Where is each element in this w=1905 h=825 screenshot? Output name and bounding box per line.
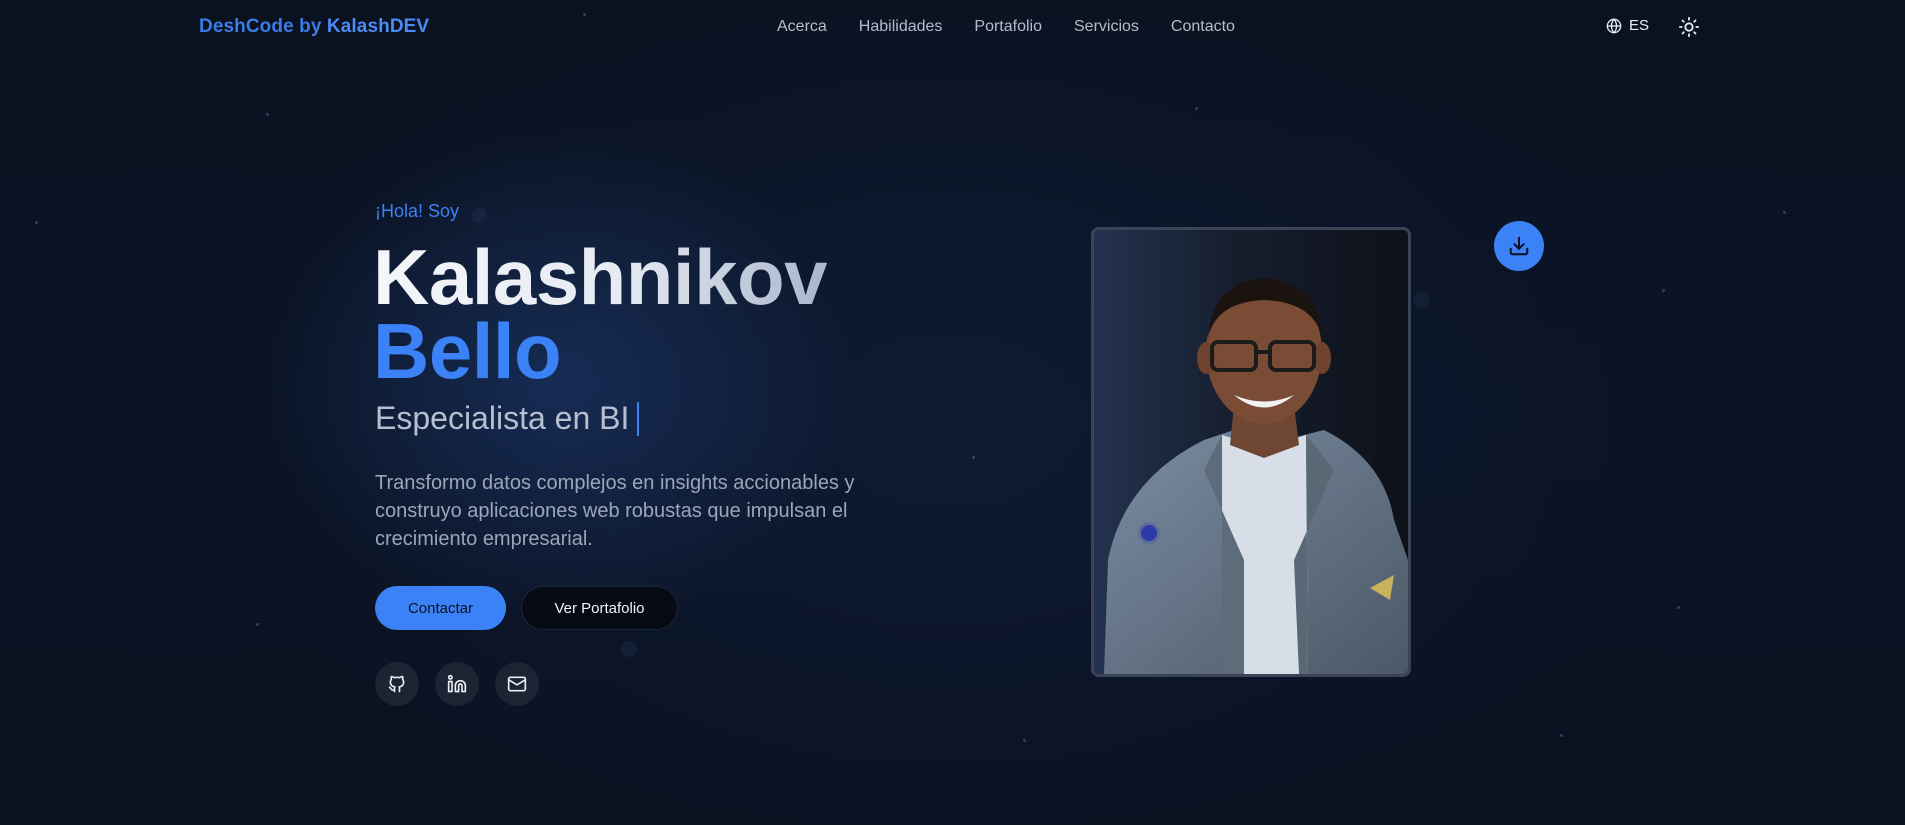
last-name-heading: Bello — [373, 307, 562, 395]
view-portfolio-button[interactable]: Ver Portafolio — [521, 586, 678, 630]
profile-photo — [1091, 227, 1411, 677]
particle — [621, 641, 637, 657]
particle — [1195, 107, 1198, 110]
particle — [1413, 292, 1429, 308]
typing-cursor — [637, 401, 640, 436]
role-typing-text: Especialista en BI — [375, 400, 640, 437]
brand-author: KalashDEV — [326, 16, 430, 37]
particle — [1662, 289, 1665, 292]
particle — [1560, 734, 1563, 737]
particle — [1783, 211, 1786, 214]
profile-portrait — [1094, 230, 1408, 674]
background — [0, 0, 1905, 825]
brand-logo[interactable]: DeshCode by KalashDEV — [199, 16, 429, 38]
nav-link-contacto[interactable]: Contacto — [1171, 18, 1235, 36]
hero-description: Transformo datos complejos en insights a… — [375, 472, 855, 550]
particle — [266, 113, 269, 116]
download-cv-button[interactable] — [1494, 221, 1544, 271]
nav-link-portafolio[interactable]: Portafolio — [974, 18, 1042, 36]
particle — [256, 623, 259, 626]
theme-toggle-button[interactable] — [1678, 16, 1700, 38]
linkedin-icon — [447, 674, 467, 693]
globe-icon — [1606, 17, 1622, 34]
nav-link-servicios[interactable]: Servicios — [1074, 18, 1139, 36]
top-navbar: DeshCode by KalashDEV Acerca Habilidades… — [0, 0, 1905, 54]
particle — [471, 207, 487, 223]
particle — [1023, 739, 1026, 742]
role-text: Especialista en BI — [375, 400, 630, 436]
brand-by: by — [293, 16, 327, 37]
nav-link-habilidades[interactable]: Habilidades — [859, 18, 943, 36]
contact-button[interactable]: Contactar — [375, 586, 506, 630]
mail-icon — [507, 676, 527, 692]
download-icon — [1509, 236, 1529, 256]
sun-icon — [1678, 16, 1700, 38]
email-link[interactable] — [495, 662, 539, 706]
cursor-indicator — [1141, 525, 1157, 541]
particle — [972, 456, 975, 459]
language-label: ES — [1629, 17, 1650, 34]
particle — [35, 221, 38, 224]
linkedin-link[interactable] — [435, 662, 479, 706]
github-link[interactable] — [375, 662, 419, 706]
language-switcher[interactable]: ES — [1606, 17, 1649, 34]
particle — [1677, 606, 1680, 609]
greeting-text: ¡Hola! Soy — [375, 201, 460, 221]
brand-name: DeshCode — [199, 16, 294, 37]
nav-menu: Acerca Habilidades Portafolio Servicios … — [777, 18, 1267, 36]
github-icon — [388, 675, 405, 693]
nav-link-acerca[interactable]: Acerca — [777, 18, 827, 36]
